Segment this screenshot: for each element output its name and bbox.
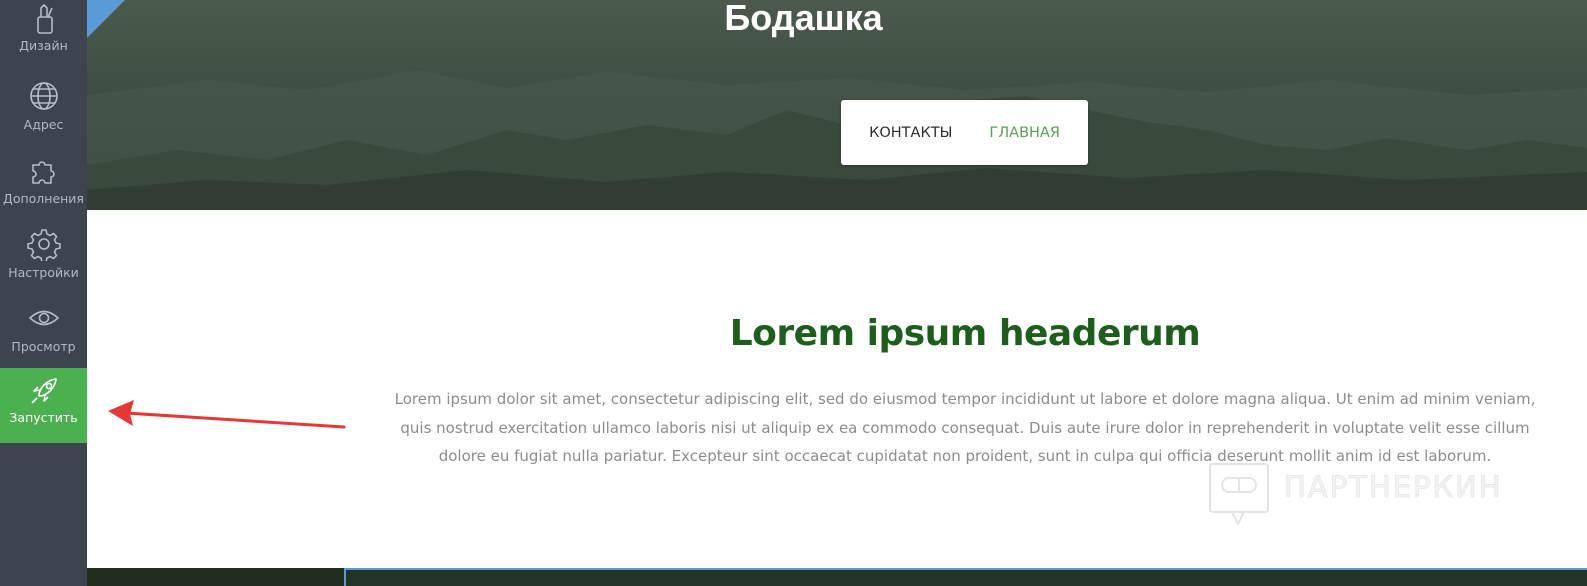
puzzle-icon xyxy=(31,161,55,184)
content-heading: Lorem ipsum headerum xyxy=(729,313,1201,354)
watermark-logo-icon xyxy=(1209,463,1269,527)
sidebar-item-launch[interactable]: Запустить xyxy=(0,368,87,443)
gear-icon xyxy=(26,229,61,261)
eye-icon xyxy=(28,310,59,326)
rocket-icon xyxy=(30,378,57,404)
sidebar-item-address[interactable]: Адрес xyxy=(0,79,87,154)
nav-link-home[interactable]: ГЛАВНАЯ xyxy=(989,125,1060,141)
sidebar-item-settings[interactable]: Настройки xyxy=(0,227,87,302)
annotation-arrow-icon xyxy=(108,400,346,429)
nav-link-contacts[interactable]: КОНТАКТЫ xyxy=(869,125,952,141)
sidebar-item-preview[interactable]: Просмотр xyxy=(0,301,87,376)
sidebar-item-label: Дополнения xyxy=(3,191,84,206)
content-paragraph: Lorem ipsum dolor sit amet, consectetur … xyxy=(394,390,1536,465)
watermark-text: ПАРТНЕРКИН xyxy=(1284,470,1503,505)
watermark: ПАРТНЕРКИН xyxy=(1208,462,1538,530)
sidebar-item-label: Настройки xyxy=(8,265,79,280)
site-navigation: КОНТАКТЫ ГЛАВНАЯ xyxy=(841,100,1088,165)
globe-icon xyxy=(29,82,58,110)
site-title: Бодашка xyxy=(724,0,883,38)
sidebar-item-label: Запустить xyxy=(9,410,78,425)
sidebar-item-label: Просмотр xyxy=(11,339,76,354)
sidebar-item-label: Адрес xyxy=(23,117,64,132)
editor-sidebar: Дизайн Адрес Дополнения Настройки Просмо… xyxy=(0,0,87,586)
next-section-left xyxy=(87,568,344,586)
sidebar-item-label: Дизайн xyxy=(19,38,68,53)
sidebar-item-addons[interactable]: Дополнения xyxy=(0,153,87,228)
next-section-selected[interactable] xyxy=(344,568,1587,586)
